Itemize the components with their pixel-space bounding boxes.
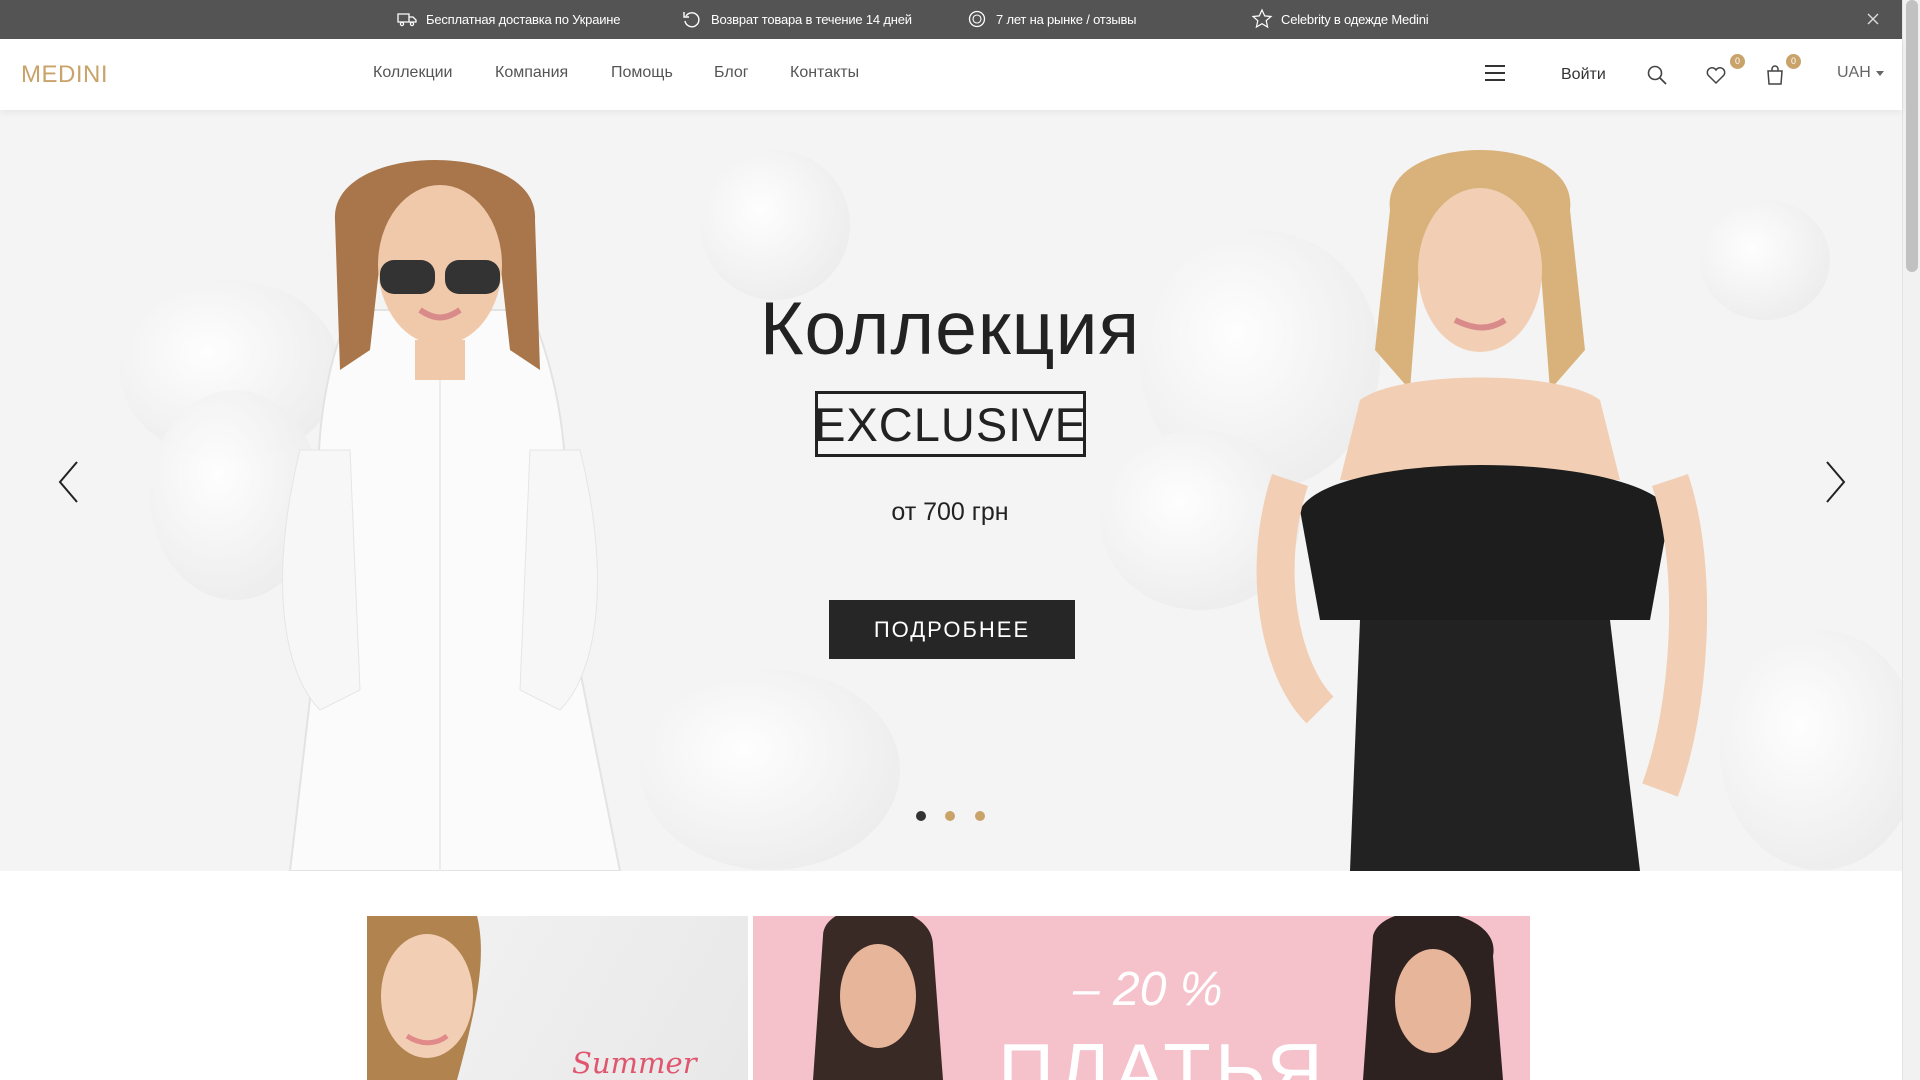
scrollbar-thumb[interactable] <box>1906 0 1918 272</box>
nav-blog[interactable]: Блог <box>714 64 749 82</box>
banner-model-right-image <box>1363 916 1503 1080</box>
cart-count-badge: 0 <box>1786 54 1801 69</box>
promo-reviews-text: 7 лет на рынке / отзывы <box>996 11 1137 27</box>
menu-icon[interactable] <box>1483 61 1507 85</box>
slider-dot-3[interactable] <box>975 811 985 821</box>
nav-company[interactable]: Компания <box>495 64 568 82</box>
caret-down-icon <box>1875 70 1884 76</box>
delivery-truck-icon <box>396 8 418 30</box>
hero-slider: Коллекция EXCLUSIVE от 700 грн ПОДРОБНЕЕ <box>0 110 1902 871</box>
banner-model-left-image <box>813 916 943 1080</box>
cart-button[interactable] <box>1763 63 1787 87</box>
prev-slide-arrow-icon[interactable] <box>48 457 88 507</box>
promo-reviews[interactable]: 7 лет на рынке / отзывы <box>966 8 1137 30</box>
more-details-button[interactable]: ПОДРОБНЕЕ <box>829 600 1075 659</box>
hero-price: от 700 грн <box>891 498 1009 526</box>
login-link[interactable]: Войти <box>1561 66 1606 84</box>
return-arrow-icon <box>681 8 703 30</box>
promo-return-text: Возврат товара в течение 14 дней <box>711 11 912 27</box>
star-icon <box>1251 8 1273 30</box>
promo-bar: Бесплатная доставка по Украине Возврат т… <box>0 0 1902 39</box>
decor-flower <box>640 670 900 870</box>
reviews-badge-icon <box>966 8 988 30</box>
heart-icon <box>1705 65 1727 85</box>
nav-contacts[interactable]: Контакты <box>790 64 859 82</box>
summer-label: Summer <box>572 1046 697 1080</box>
summer-collection-banner[interactable]: Summer <box>367 916 748 1080</box>
dresses-title: ПЛАТЬЯ <box>998 1027 1327 1080</box>
promo-celebrity[interactable]: Celebrity в одежде Medini <box>1251 8 1429 30</box>
slider-dot-1[interactable] <box>916 811 926 821</box>
currency-select[interactable]: UAH <box>1837 64 1884 82</box>
site-header: MEDINI Коллекции Компания Помощь Блог Ко… <box>0 39 1902 110</box>
promo-celebrity-text: Celebrity в одежде Medini <box>1281 11 1429 27</box>
banner-model-image <box>367 916 481 1080</box>
shopping-bag-icon <box>1766 65 1784 85</box>
slider-dot-2[interactable] <box>945 811 955 821</box>
hero-title: Коллекция <box>759 286 1141 370</box>
logo[interactable]: MEDINI <box>21 61 108 89</box>
next-slide-arrow-icon[interactable] <box>1816 457 1856 507</box>
model-black-dress-image <box>1256 150 1708 871</box>
promo-delivery-text: Бесплатная доставка по Украине <box>426 11 621 27</box>
nav-collections[interactable]: Коллекции <box>373 64 452 82</box>
hero-badge: EXCLUSIVE <box>814 391 1086 457</box>
close-icon[interactable] <box>1862 8 1884 30</box>
decor-flower <box>1720 630 1902 870</box>
search-icon[interactable] <box>1645 63 1669 87</box>
dresses-sale-banner[interactable]: – 20 % ПЛАТЬЯ <box>753 916 1530 1080</box>
wishlist-button[interactable] <box>1704 63 1728 87</box>
nav-help[interactable]: Помощь <box>611 64 673 82</box>
model-white-shirt-image <box>282 160 622 871</box>
discount-label: – 20 % <box>1073 963 1223 1016</box>
wishlist-count-badge: 0 <box>1730 54 1745 69</box>
page-scrollbar[interactable] <box>1902 0 1920 1080</box>
promo-delivery[interactable]: Бесплатная доставка по Украине <box>396 8 620 30</box>
decor-flower <box>700 150 850 300</box>
promo-return[interactable]: Возврат товара в течение 14 дней <box>681 8 912 30</box>
currency-value: UAH <box>1837 64 1871 81</box>
